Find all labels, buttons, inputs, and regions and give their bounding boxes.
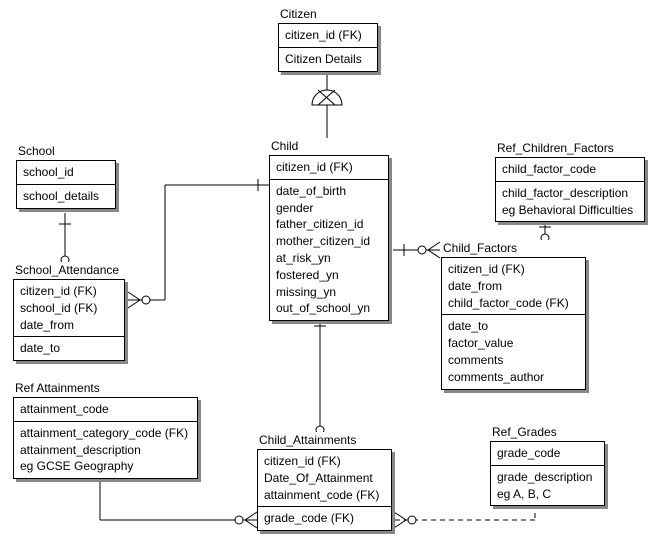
entity-school: School school_id school_details	[16, 143, 116, 209]
attr-field: child_factor_description	[502, 185, 638, 202]
pk-field: Date_Of_Attainment	[264, 470, 385, 487]
attr-field: fostered_yn	[276, 267, 382, 284]
attr-field: at_risk_yn	[276, 250, 382, 267]
attr-field: school_details	[23, 188, 109, 205]
entity-title: Child_Attainments	[257, 432, 392, 449]
pk-field: date_from	[448, 278, 579, 295]
attr-field: eg GCSE Geography	[20, 458, 191, 475]
attr-field: father_citizen_id	[276, 216, 382, 233]
pk-field: grade_code	[497, 445, 598, 462]
attr-field: date_of_birth	[276, 183, 382, 200]
pk-field: attainment_code (FK)	[264, 487, 385, 504]
entity-title: Child_Factors	[441, 240, 586, 257]
attr-field: date_to	[20, 340, 118, 357]
pk-field: child_factor_code (FK)	[448, 295, 579, 312]
pk-field: school_id	[23, 164, 109, 181]
attr-field: missing_yn	[276, 284, 382, 301]
entity-title: School_Attendance	[13, 262, 125, 279]
pk-field: attainment_code	[20, 401, 191, 418]
entity-child-factors: Child_Factors citizen_id (FK) date_from …	[441, 240, 586, 390]
entity-citizen: Citizen citizen_id (FK) Citizen Details	[278, 6, 378, 72]
attr-field: date_to	[448, 318, 579, 335]
attr-field: mother_citizen_id	[276, 233, 382, 250]
pk-field: citizen_id (FK)	[20, 283, 118, 300]
attr-field: out_of_school_yn	[276, 300, 382, 317]
pk-field: school_id (FK)	[20, 300, 118, 317]
attr-field: attainment_description	[20, 442, 191, 459]
entity-child: Child citizen_id (FK) date_of_birth gend…	[269, 138, 389, 321]
entity-ref-children-factors: Ref_Children_Factors child_factor_code c…	[495, 140, 645, 222]
attr-field: eg Behavioral Difficulties	[502, 202, 638, 219]
entity-title: Ref_Children_Factors	[495, 140, 645, 157]
attr-field: factor_value	[448, 335, 579, 352]
attr-field: comments	[448, 352, 579, 369]
attr-field: attainment_category_code (FK)	[20, 425, 191, 442]
attr-field: gender	[276, 200, 382, 217]
entity-title: School	[16, 143, 116, 160]
entity-ref-attainments: Ref Attainments attainment_code attainme…	[13, 380, 198, 479]
attr-field: eg A, B, C	[497, 486, 598, 503]
pk-field: citizen_id (FK)	[264, 453, 385, 470]
pk-field: child_factor_code	[502, 161, 638, 178]
pk-field: citizen_id (FK)	[285, 27, 371, 44]
entity-title: Child	[269, 138, 389, 155]
attr-field: grade_code (FK)	[264, 510, 385, 527]
pk-field: date_from	[20, 317, 118, 334]
pk-field: citizen_id (FK)	[448, 261, 579, 278]
entity-title: Ref Attainments	[13, 380, 198, 397]
entity-title: Ref_Grades	[490, 424, 605, 441]
attr-field: Citizen Details	[285, 51, 371, 68]
attr-field: grade_description	[497, 469, 598, 486]
pk-field: citizen_id (FK)	[276, 159, 382, 176]
entity-ref-grades: Ref_Grades grade_code grade_description …	[490, 424, 605, 506]
entity-child-attainments: Child_Attainments citizen_id (FK) Date_O…	[257, 432, 392, 531]
attr-field: comments_author	[448, 369, 579, 386]
entity-title: Citizen	[278, 6, 378, 23]
entity-school-attendance: School_Attendance citizen_id (FK) school…	[13, 262, 125, 361]
